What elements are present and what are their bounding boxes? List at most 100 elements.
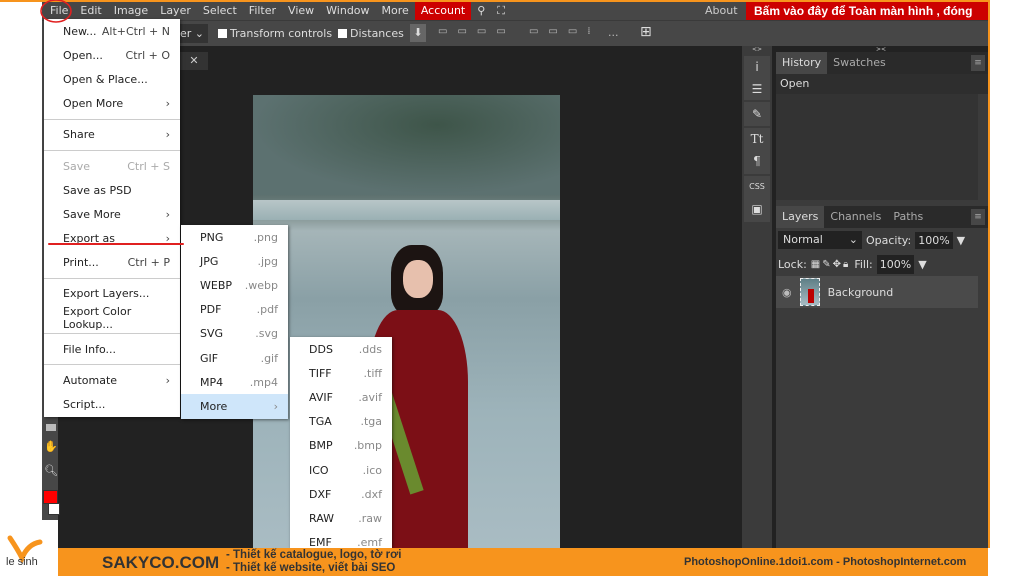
file-menu-item[interactable]: Save as PSD xyxy=(44,178,180,202)
tab-channels[interactable]: Channels xyxy=(824,206,887,228)
opacity-dropdown-icon[interactable]: ▼ xyxy=(957,234,965,247)
menu-item-shortcut: › xyxy=(165,97,170,111)
fill-input[interactable]: 100% xyxy=(876,254,915,274)
export-menu-item[interactable]: GIF .gif xyxy=(181,346,288,370)
file-menu-item[interactable]: Save More › xyxy=(44,202,180,226)
format-extension: .mp4 xyxy=(249,375,278,389)
export-menu-item[interactable]: SVG .svg xyxy=(181,322,288,346)
brush-settings-icon[interactable]: ✎ xyxy=(744,102,770,126)
tab-history[interactable]: History xyxy=(776,52,828,74)
grid-icon[interactable]: ⊞ xyxy=(640,24,652,40)
layer-name: Background xyxy=(827,285,894,299)
css-icon[interactable]: CSS xyxy=(744,176,770,198)
footer-brand[interactable]: SAKYCO.COM xyxy=(102,553,219,573)
more-menu-item[interactable]: ICO .ico xyxy=(290,458,392,482)
panel-menu-icon[interactable]: ≡ xyxy=(971,209,985,225)
menu-item-label: Export Layers... xyxy=(63,287,150,301)
menu-edit[interactable]: Edit xyxy=(74,2,107,20)
footer-sites[interactable]: PhotoshopOnline.1doi1.com - PhotoshopInt… xyxy=(684,556,966,568)
character-icon[interactable]: Tt xyxy=(744,128,770,150)
search-icon[interactable]: ⚲ xyxy=(471,2,491,20)
background-color-swatch[interactable] xyxy=(48,503,60,515)
fullscreen-promo-banner[interactable]: Bấm vào đây để Toàn màn hình , đóng xyxy=(746,2,988,21)
file-menu-item[interactable]: Export Layers... xyxy=(44,282,180,306)
file-menu-item[interactable]: File Info... xyxy=(44,337,180,361)
download-icon[interactable]: ⬇ xyxy=(410,24,426,42)
rectangle-tool-icon[interactable] xyxy=(46,424,56,431)
more-menu-item[interactable]: AVIF .avif xyxy=(290,385,392,409)
file-menu-item[interactable]: Export Color Lookup... xyxy=(44,305,180,331)
menu-window[interactable]: Window xyxy=(320,2,375,20)
fill-dropdown-icon[interactable]: ▼ xyxy=(918,258,926,271)
menu-select[interactable]: Select xyxy=(197,2,243,20)
format-label: ICO xyxy=(309,463,329,477)
tab-paths[interactable]: Paths xyxy=(887,206,929,228)
more-menu-item[interactable]: BMP .bmp xyxy=(290,434,392,458)
fullscreen-icon[interactable]: ⛶ xyxy=(491,2,511,20)
more-menu-item[interactable]: DDS .dds xyxy=(290,337,392,361)
menu-more[interactable]: More xyxy=(376,2,415,20)
zoom-tool-icon[interactable]: 🔍︎ xyxy=(44,464,58,477)
menu-item-shortcut: › xyxy=(165,374,170,388)
export-menu-item[interactable]: More › xyxy=(181,394,288,419)
format-label: AVIF xyxy=(309,390,333,404)
more-menu-item[interactable]: DXF .dxf xyxy=(290,482,392,506)
export-menu-item[interactable]: JPG .jpg xyxy=(181,249,288,273)
distances-checkbox[interactable]: Distances xyxy=(338,27,404,40)
history-item[interactable]: Open xyxy=(776,74,988,94)
file-menu-item[interactable]: Open... Ctrl + O xyxy=(44,43,180,67)
menu-image[interactable]: Image xyxy=(108,2,154,20)
more-menu-item[interactable]: RAW .raw xyxy=(290,506,392,530)
paragraph-icon[interactable]: ¶ xyxy=(744,150,770,172)
foreground-color-swatch[interactable] xyxy=(43,490,58,504)
menu-item-label: New... xyxy=(63,24,97,38)
more-align-button[interactable]: ... xyxy=(608,26,619,39)
file-menu-item[interactable]: Save Ctrl + S xyxy=(44,154,180,178)
file-menu-item[interactable]: Print... Ctrl + P xyxy=(44,251,180,275)
menu-view[interactable]: View xyxy=(282,2,320,20)
panel-menu-icon[interactable]: ≡ xyxy=(971,55,985,71)
format-extension: .svg xyxy=(255,327,278,341)
image-icon[interactable]: ▣ xyxy=(744,198,770,220)
info-icon[interactable]: i xyxy=(744,56,770,78)
menu-item-shortcut: Ctrl + S xyxy=(127,159,170,173)
mode-dropdown[interactable]: er ⌄ xyxy=(178,24,208,43)
opacity-input[interactable]: 100% xyxy=(915,231,953,249)
align-icons[interactable]: ▭▭▭▭ ▭▭▭⁞ xyxy=(438,26,601,37)
menu-separator xyxy=(44,149,180,151)
eye-icon[interactable]: ◉ xyxy=(782,286,792,299)
about-link[interactable]: About xyxy=(705,2,738,20)
export-menu-item[interactable]: PDF .pdf xyxy=(181,298,288,322)
lock-icons[interactable]: ▦✎✥🔒︎ xyxy=(811,259,851,270)
blend-mode-select[interactable]: Normal ⌄ xyxy=(778,231,862,249)
export-menu-item[interactable]: PNG .png xyxy=(181,225,288,249)
layer-row[interactable]: ◉ Background xyxy=(776,276,978,308)
close-document-tab-button[interactable]: ✕ xyxy=(180,52,208,70)
format-label: GIF xyxy=(200,351,219,365)
file-menu-item[interactable]: Open More › xyxy=(44,92,180,116)
file-menu-item[interactable]: Open & Place... xyxy=(44,67,180,91)
menu-account[interactable]: Account xyxy=(414,2,472,20)
file-menu-item[interactable]: Script... xyxy=(44,393,180,417)
more-menu-item[interactable]: EMF .emf xyxy=(290,531,392,548)
export-menu-item[interactable]: WEBP .webp xyxy=(181,273,288,297)
more-menu-item[interactable]: TIFF .tiff xyxy=(290,361,392,385)
menu-layer[interactable]: Layer xyxy=(154,2,197,20)
menu-item-label: Open... xyxy=(63,48,103,62)
export-menu-item[interactable]: MP4 .mp4 xyxy=(181,370,288,394)
tab-layers[interactable]: Layers xyxy=(776,206,825,228)
hand-tool-icon[interactable]: ✋ xyxy=(44,440,58,453)
format-extension: .png xyxy=(253,230,278,244)
more-menu-item[interactable]: TGA .tga xyxy=(290,410,392,434)
file-menu-item[interactable]: Automate › xyxy=(44,368,180,392)
transform-controls-checkbox[interactable]: Transform controls xyxy=(218,27,332,40)
tab-swatches[interactable]: Swatches xyxy=(827,52,892,74)
collapse-handle[interactable]: <> xyxy=(742,46,772,54)
menu-filter[interactable]: Filter xyxy=(243,2,282,20)
frame-right xyxy=(988,0,1024,548)
file-menu-item[interactable]: Share › xyxy=(44,123,180,147)
dropdown-value: er xyxy=(180,27,192,40)
adjustments-icon[interactable]: ☰ xyxy=(744,78,770,100)
menu-item-shortcut: Alt+Ctrl + N xyxy=(101,24,170,38)
file-menu-item[interactable]: Export as › xyxy=(44,227,180,251)
